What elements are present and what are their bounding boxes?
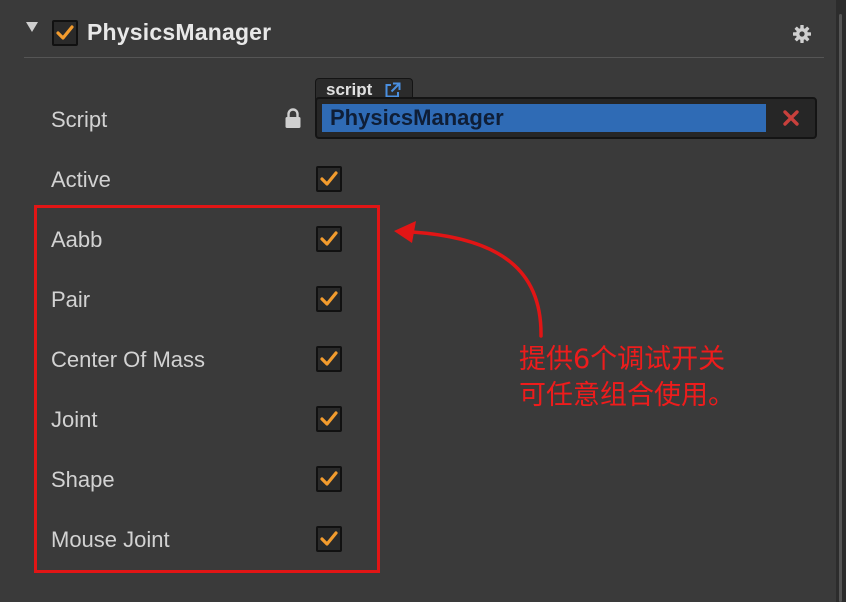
scrollbar[interactable] xyxy=(836,0,846,602)
annotation-arrow-icon xyxy=(394,221,543,338)
annotation-line-1: 提供6个调试开关 xyxy=(519,344,726,375)
scrollbar-thumb[interactable] xyxy=(839,14,842,602)
annotation-text: 提供6个调试开关 可任意组合使用。 xyxy=(519,342,779,414)
annotation-line-2: 可任意组合使用。 xyxy=(519,380,735,411)
